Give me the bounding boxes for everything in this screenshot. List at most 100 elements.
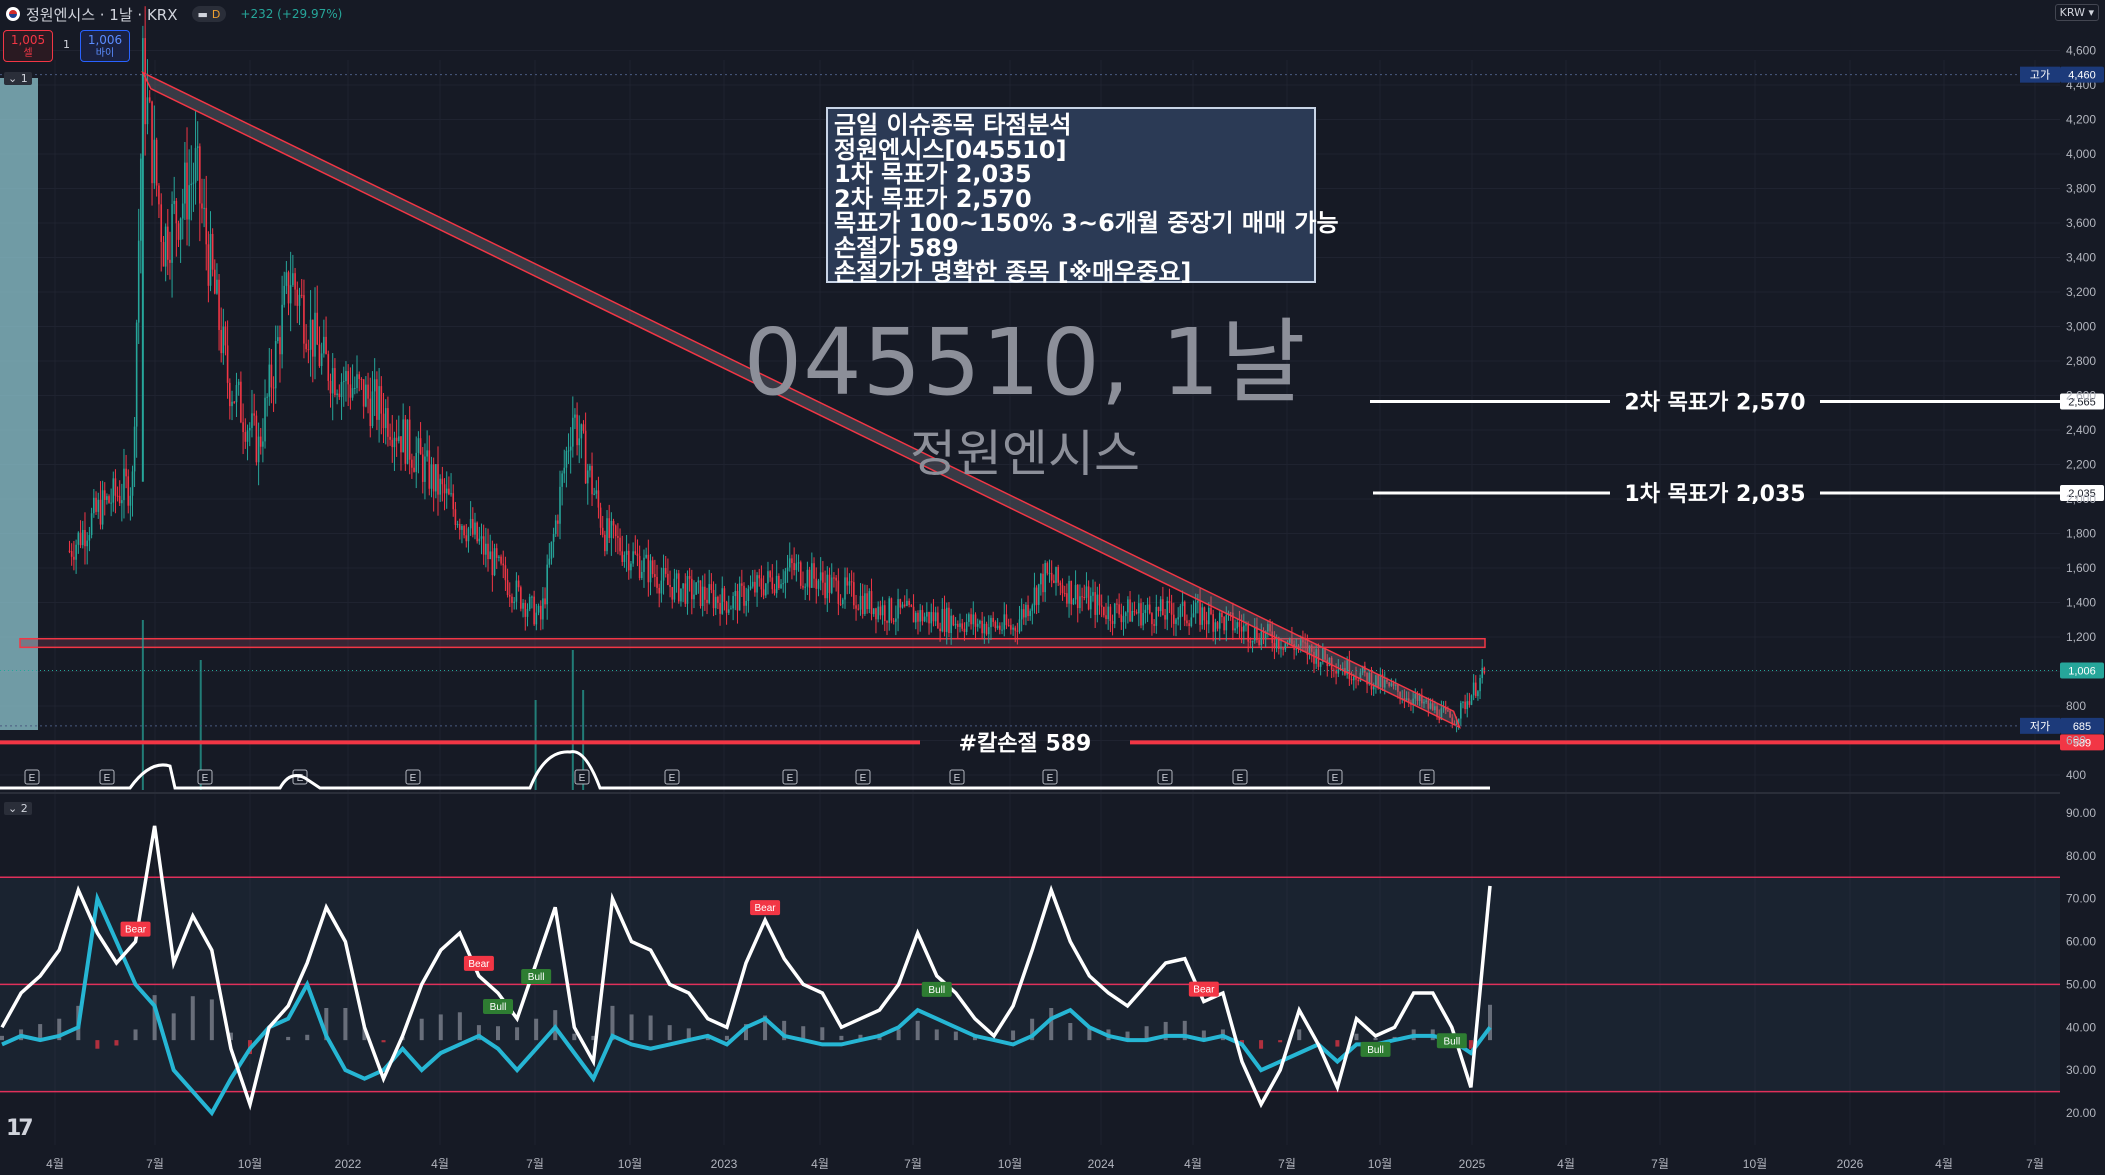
candle-body: [186, 162, 188, 220]
osc-hist-bar: [457, 1012, 462, 1041]
osc-hist-bar: [934, 1029, 939, 1041]
candle-body: [1068, 580, 1070, 604]
candle-body: [686, 576, 689, 604]
candle-body: [1098, 594, 1101, 606]
candle-body: [649, 560, 652, 583]
candle-body: [730, 608, 732, 610]
osc-tick-label: 80.00: [2066, 849, 2096, 863]
candle-body: [1066, 593, 1068, 604]
candle-body: [546, 564, 548, 605]
candle-body: [1122, 616, 1125, 623]
candle-body: [671, 587, 674, 600]
candle-body: [824, 582, 826, 599]
signal-tag: Bull: [1367, 1045, 1384, 1056]
interval-pill[interactable]: ▬ D: [191, 6, 227, 22]
candle-body: [292, 273, 294, 286]
candle-body: [806, 569, 809, 587]
candle-body: [793, 563, 795, 571]
osc-hist-bar: [915, 1020, 920, 1041]
candle-body: [1113, 603, 1116, 624]
candle-body: [881, 605, 884, 616]
osc-hist-bar: [515, 1027, 520, 1041]
candle-body: [756, 575, 758, 593]
candle-body: [1218, 612, 1221, 629]
candle-body: [813, 563, 815, 579]
price-tick-label: 3,000: [2066, 320, 2096, 334]
candle-body: [201, 203, 203, 209]
price-tick-label: 4,000: [2066, 147, 2096, 161]
pane-1-collapse[interactable]: ⌄ 1: [4, 72, 32, 85]
candle-body: [782, 583, 785, 585]
candle-body: [1042, 573, 1044, 593]
candle-body: [606, 518, 608, 552]
candle-body: [1100, 605, 1103, 607]
candle-body: [99, 499, 102, 525]
candle-body: [162, 241, 165, 267]
candle-body: [73, 556, 75, 560]
candle-body: [1253, 626, 1256, 641]
time-tick-label: 7월: [146, 1157, 164, 1171]
candle-body: [211, 233, 214, 270]
symbol-title[interactable]: 정원엔시스 · 1날 · KRX: [26, 4, 178, 25]
candle-body: [634, 551, 637, 554]
candle-body: [749, 586, 752, 589]
quantity-value[interactable]: 1: [63, 38, 70, 51]
candle-body: [906, 600, 908, 607]
signal-tag: Bull: [1444, 1036, 1461, 1047]
osc-hist-bar: [114, 1040, 119, 1046]
price-tick-label: 1,800: [2066, 527, 2096, 541]
candle-body: [987, 627, 990, 635]
osc-hist-bar: [820, 1027, 825, 1041]
candle-body: [751, 581, 754, 587]
candle-body: [760, 578, 763, 590]
candle-body: [826, 574, 829, 599]
candle-body: [1005, 614, 1008, 626]
time-tick-label: 2022: [335, 1157, 362, 1171]
candle-body: [717, 596, 719, 603]
sell-button[interactable]: 1,005 셀: [3, 30, 53, 62]
tradingview-logo[interactable]: 17: [6, 1116, 34, 1141]
candle-body: [487, 543, 489, 560]
candle-body: [710, 584, 713, 590]
candle-body: [732, 596, 734, 609]
candle-body: [1140, 603, 1142, 626]
candle-body: [1089, 595, 1092, 610]
note-line: 손절가 589: [834, 233, 959, 262]
candle-body: [1225, 614, 1228, 631]
buy-button[interactable]: 1,006 바이: [80, 30, 130, 62]
candle-body: [943, 608, 946, 632]
candle-body: [118, 495, 121, 504]
candle-body: [638, 555, 641, 579]
candle-body: [950, 615, 952, 633]
pane-2-collapse[interactable]: ⌄ 2: [4, 802, 32, 815]
candle-body: [1243, 625, 1245, 632]
earnings-letter: E: [669, 773, 676, 784]
analysis-note-box: 금일 이슈종목 타점분석 정원엔시스[045510] 1차 목표가 2,035 2차 …: [826, 107, 1339, 284]
candle-body: [888, 598, 891, 623]
candle-body: [1146, 604, 1149, 610]
candle-body: [1460, 702, 1462, 719]
candle-body: [513, 601, 515, 604]
candle-body: [1333, 669, 1335, 671]
candle-body: [1173, 614, 1175, 624]
candle-body: [1470, 695, 1473, 705]
candle-body: [693, 594, 695, 600]
candle-body: [1335, 670, 1337, 674]
currency-button[interactable]: KRW ▾: [2054, 4, 2099, 21]
candle-body: [1179, 606, 1182, 618]
candle-body: [81, 530, 84, 546]
time-tick-label: 4월: [1557, 1157, 1575, 1171]
buy-label: 바이: [95, 48, 115, 59]
candle-body: [714, 596, 717, 609]
candle-body: [1153, 624, 1155, 626]
time-tick-label: 7월: [526, 1157, 544, 1171]
osc-tick-label: 20.00: [2066, 1106, 2096, 1120]
candle-body: [699, 580, 702, 607]
earnings-letter: E: [1332, 773, 1339, 784]
candle-body: [870, 591, 873, 615]
candle-body: [522, 603, 524, 609]
candle-body: [188, 185, 190, 220]
candle-body: [93, 497, 95, 514]
candle-body: [535, 612, 538, 625]
candle-body: [1033, 587, 1036, 606]
